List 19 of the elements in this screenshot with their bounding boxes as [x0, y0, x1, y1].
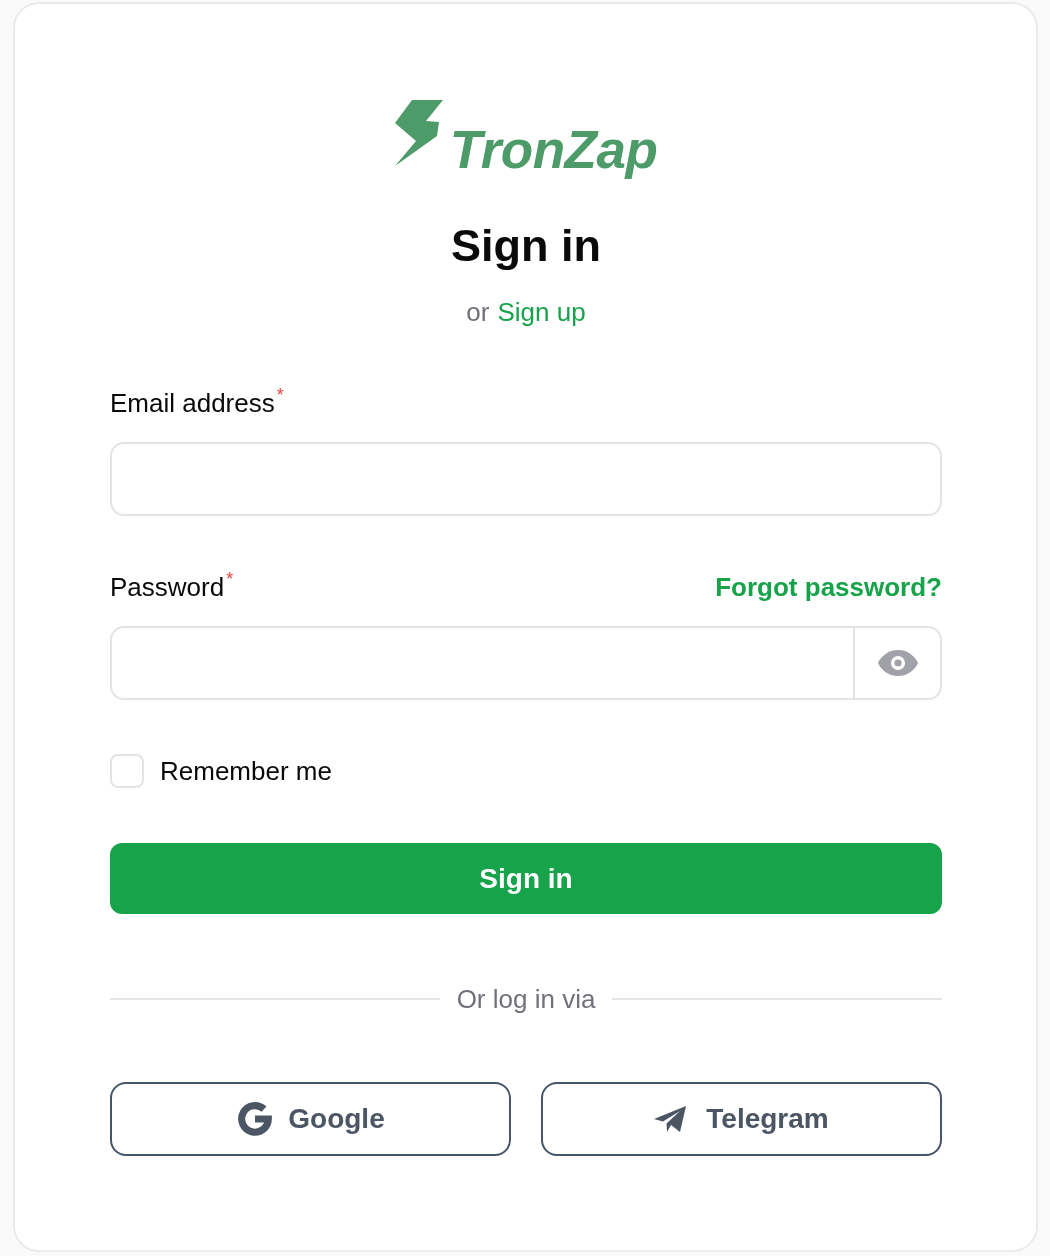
show-password-button[interactable]: [853, 626, 942, 700]
lightning-bolt-icon: [394, 100, 443, 166]
divider-text: Or log in via: [456, 983, 596, 1016]
paper-plane-icon: [654, 1105, 687, 1133]
remember-me-label[interactable]: Remember me: [160, 754, 332, 788]
remember-checkbox[interactable]: [110, 754, 144, 788]
logo-wordmark: TronZap: [449, 123, 658, 178]
google-icon: [236, 1100, 275, 1138]
google-login-button[interactable]: Google: [110, 1082, 511, 1156]
field-label: Email address: [110, 387, 275, 420]
password-input[interactable]: [110, 626, 853, 700]
field-label: Password: [110, 571, 225, 604]
signup-prompt-text: or: [466, 296, 490, 329]
page-title: Sign in: [451, 219, 601, 272]
required-asterisk: *: [226, 570, 234, 588]
telegram-login-button[interactable]: Telegram: [541, 1082, 942, 1156]
email-input[interactable]: [110, 442, 942, 516]
required-asterisk: *: [276, 386, 284, 404]
eye-icon: [877, 650, 918, 676]
